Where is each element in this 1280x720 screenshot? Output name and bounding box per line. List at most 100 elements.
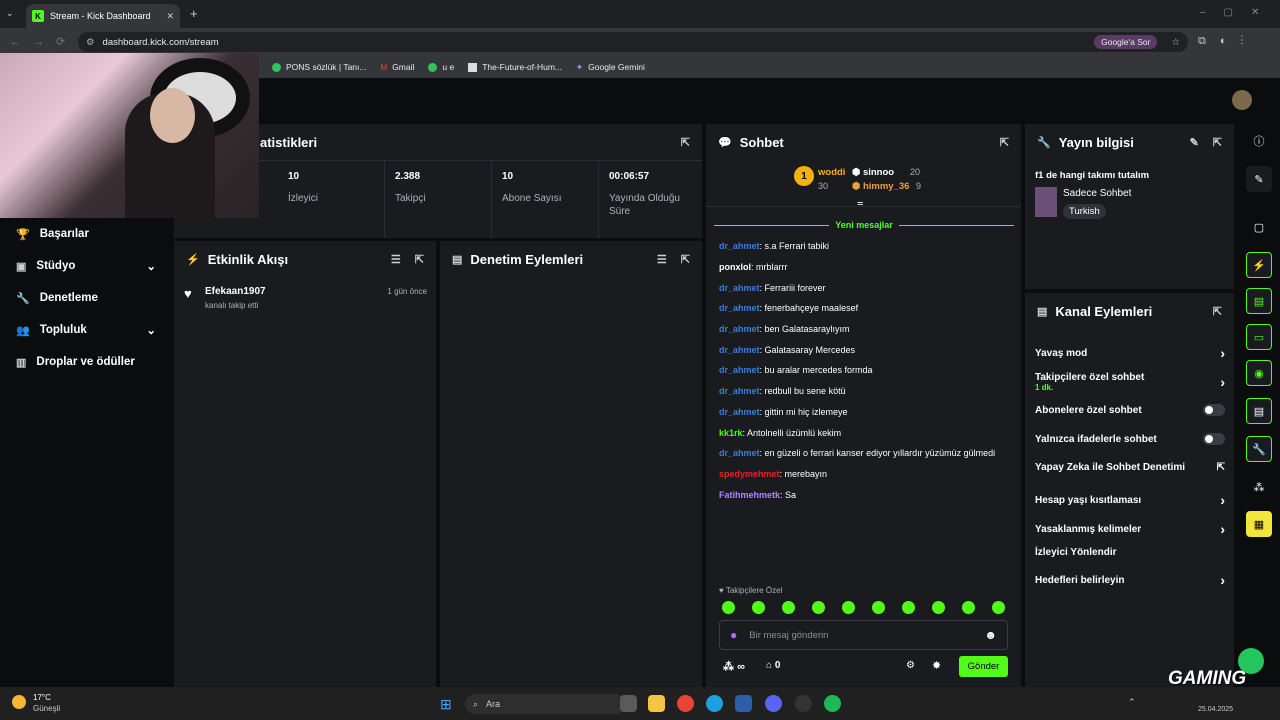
filter-icon[interactable]: ☰	[657, 253, 667, 266]
chat-username[interactable]: kk1rk	[719, 428, 743, 438]
external-link-icon[interactable]: ⇱	[1217, 462, 1225, 473]
emote-icon[interactable]	[782, 601, 795, 614]
emoji-icon[interactable]: ☻	[984, 628, 997, 642]
channel-action-item[interactable]: Hedefleri belirleyin ›	[1025, 572, 1235, 588]
bookmark-future[interactable]: The-Future-of-Hum...	[468, 62, 562, 72]
channel-action-item[interactable]: Yasaklanmış kelimeler ›	[1025, 521, 1235, 537]
emote-icon[interactable]	[722, 601, 735, 614]
edge-icon[interactable]	[706, 695, 723, 712]
windows-start-icon[interactable]: ⊞	[440, 696, 452, 713]
chat-username[interactable]: dr_ahmet	[719, 283, 760, 293]
new-tab-icon[interactable]: +	[190, 6, 198, 21]
channel-action-item[interactable]: Yavaş mod ›	[1025, 345, 1235, 361]
clip-icon[interactable]: ▦	[1246, 511, 1272, 537]
popout-icon[interactable]: ⇱	[1213, 305, 1222, 318]
tab-list-icon[interactable]: ⌄	[6, 8, 14, 19]
actions-icon[interactable]: ▤	[1246, 398, 1272, 424]
store-icon[interactable]	[735, 695, 752, 712]
chat-settings-icon[interactable]: ≡	[857, 199, 863, 211]
send-button[interactable]: Gönder	[959, 656, 1008, 677]
chevron-right-icon[interactable]: ›	[1220, 345, 1225, 361]
chrome-icon[interactable]	[677, 695, 694, 712]
chevron-right-icon[interactable]: ›	[1220, 521, 1225, 537]
chevron-right-icon[interactable]: ›	[1220, 572, 1225, 588]
screen-icon[interactable]: ▢	[1246, 214, 1272, 240]
channel-action-item[interactable]: İzleyici Yönlendir	[1025, 547, 1235, 558]
chat-bubble-icon[interactable]: ▭	[1246, 324, 1272, 350]
chevron-right-icon[interactable]: ›	[1220, 492, 1225, 508]
bookmark-ue[interactable]: u e	[428, 62, 454, 72]
chat-input[interactable]: ● Bir mesaj gönderin ☻	[719, 620, 1008, 650]
channel-action-item[interactable]: Abonelere özel sohbet	[1025, 404, 1235, 416]
edit-icon[interactable]: ✎	[1190, 136, 1199, 149]
browser-tab[interactable]: K Stream - Kick Dashboard ✕	[26, 4, 180, 28]
emote-icon[interactable]	[752, 601, 765, 614]
popout-icon[interactable]: ⇱	[415, 253, 424, 266]
nav-moderation[interactable]: 🔧 Denetleme	[0, 282, 172, 314]
chat-username[interactable]: dr_ahmet	[719, 241, 760, 251]
chat-username[interactable]: dr_ahmet	[719, 324, 760, 334]
window-controls[interactable]: –▢✕	[1200, 7, 1277, 18]
popout-icon[interactable]: ⇱	[1213, 136, 1222, 149]
points-icon[interactable]: ⁂	[1246, 474, 1272, 500]
channel-action-item[interactable]: Takipçilere özel sohbet 1 dk. ›	[1025, 372, 1235, 392]
chevron-right-icon[interactable]: ›	[1220, 374, 1225, 390]
nav-studio[interactable]: ▣ Stüdyo ⌄	[0, 250, 172, 282]
nav-buttons[interactable]: ←→⟳	[10, 35, 77, 48]
chat-username[interactable]: dr_ahmet	[719, 407, 760, 417]
task-view-icon[interactable]	[620, 695, 637, 712]
obs-icon[interactable]	[795, 695, 812, 712]
lightning-icon[interactable]: ⚡	[1246, 252, 1272, 278]
chat-username[interactable]: dr_ahmet	[719, 303, 760, 313]
wrench-icon[interactable]: 🔧	[1246, 436, 1272, 462]
omnibox[interactable]: ⚙ dashboard.kick.com/stream Google'a Sor…	[78, 32, 1188, 52]
discord-icon[interactable]	[765, 695, 782, 712]
emote-icon[interactable]	[812, 601, 825, 614]
bookmark-star-icon[interactable]: ☆	[1171, 37, 1180, 48]
chat-username[interactable]: dr_ahmet	[719, 386, 760, 396]
emote-menu-icon[interactable]: ✸	[932, 659, 941, 672]
chat-username[interactable]: Fatihmehmetk	[719, 490, 780, 500]
info-icon[interactable]: ⓘ	[1246, 128, 1272, 154]
microphone-icon[interactable]: ●	[730, 628, 737, 642]
chat-username[interactable]: spedymehmet	[719, 469, 780, 479]
taskbar-search[interactable]: ⌕ Ara	[465, 694, 625, 714]
avatar[interactable]	[1232, 90, 1252, 110]
site-info-icon[interactable]: ⚙	[86, 37, 95, 48]
chat-username[interactable]: dr_ahmet	[719, 448, 760, 458]
chat-username[interactable]: dr_ahmet	[719, 365, 760, 375]
broadcast-icon[interactable]: ◉	[1246, 360, 1272, 386]
nav-community[interactable]: 👥 Topluluk ⌄	[0, 314, 172, 346]
emote-icon[interactable]	[992, 601, 1005, 614]
gear-icon[interactable]: ⚙	[906, 660, 915, 671]
toggle-switch[interactable]	[1203, 433, 1225, 445]
spotify-icon[interactable]	[824, 695, 841, 712]
chat-username[interactable]: dr_ahmet	[719, 345, 760, 355]
store-display[interactable]: ⌂ 0	[766, 660, 780, 671]
channel-action-item[interactable]: Yapay Zeka ile Sohbet Denetimi ⇱	[1025, 462, 1235, 473]
close-tab-icon[interactable]: ✕	[166, 11, 174, 22]
bookmark-gmail[interactable]: M Gmail	[380, 62, 414, 72]
chat-username[interactable]: ponxlol	[719, 262, 751, 272]
extensions-icon[interactable]: ⧉◐⋮	[1198, 35, 1257, 48]
nav-achievements[interactable]: 🏆 Başarılar	[0, 218, 172, 250]
channel-action-item[interactable]: Yalnızca ifadelerle sohbet	[1025, 433, 1235, 445]
popout-icon[interactable]: ⇱	[1000, 136, 1009, 149]
bookmark-pons[interactable]: PONS sözlük | Tanı...	[272, 62, 366, 72]
emote-icon[interactable]	[842, 601, 855, 614]
google-ask-button[interactable]: Google'a Sor	[1094, 35, 1158, 49]
toggle-switch[interactable]	[1203, 404, 1225, 416]
channel-action-item[interactable]: Hesap yaşı kısıtlaması ›	[1025, 492, 1235, 508]
popout-icon[interactable]: ⇱	[681, 136, 690, 149]
emote-icon[interactable]	[932, 601, 945, 614]
file-explorer-icon[interactable]	[648, 695, 665, 712]
points-display[interactable]: ⁂ ∞	[723, 660, 745, 673]
emote-icon[interactable]	[872, 601, 885, 614]
emote-icon[interactable]	[902, 601, 915, 614]
popout-icon[interactable]: ⇱	[681, 253, 690, 266]
nav-drops[interactable]: ▥ Droplar ve ödüller	[0, 346, 172, 378]
emote-icon[interactable]	[962, 601, 975, 614]
edit-icon[interactable]: ✎	[1246, 166, 1272, 192]
tray-chevron-icon[interactable]: ⌃	[1128, 697, 1136, 708]
filter-icon[interactable]: ☰	[391, 253, 401, 266]
